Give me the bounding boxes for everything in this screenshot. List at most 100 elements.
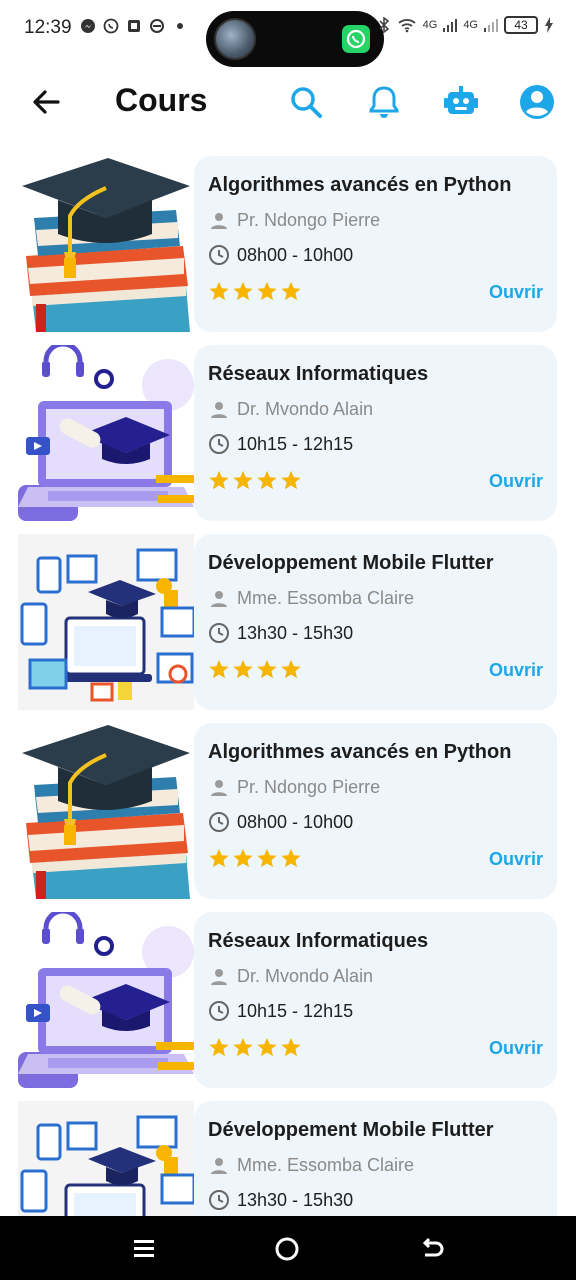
home-icon[interactable] <box>272 1234 302 1264</box>
course-card[interactable]: Développement Mobile Flutter Mme. Essomba… <box>18 534 557 710</box>
course-title: Algorithmes avancés en Python <box>208 741 512 763</box>
star-icon <box>233 659 253 679</box>
star-icon <box>233 470 253 490</box>
teacher-name: Pr. Ndongo Pierre <box>237 777 381 797</box>
star-icon <box>257 659 277 679</box>
course-card[interactable]: Algorithmes avancés en Python Pr. Ndongo … <box>18 723 557 899</box>
app-bar: Cours <box>0 68 576 136</box>
recent-apps-icon[interactable] <box>129 1234 159 1264</box>
course-thumbnail <box>18 534 194 710</box>
system-navigation-bar <box>0 1216 576 1280</box>
back-arrow-icon[interactable] <box>26 82 66 122</box>
teacher-row: Pr. Ndongo Pierre <box>210 210 380 231</box>
rating-stars <box>208 1036 302 1058</box>
star-icon <box>233 281 253 301</box>
person-icon <box>211 1157 227 1174</box>
network-type-1: 4G <box>422 19 438 31</box>
star-icon <box>233 848 253 868</box>
course-title: Algorithmes avancés en Python <box>208 174 512 196</box>
course-thumbnail <box>18 345 194 521</box>
teacher-row: Dr. Mvondo Alain <box>210 966 373 987</box>
star-icon <box>281 848 301 868</box>
whatsapp-icon <box>342 25 370 53</box>
status-bar: 12:39 4G 4G 43 <box>0 0 576 67</box>
whatsapp-icon <box>103 18 119 34</box>
schedule-row: 10h15 - 12h15 <box>208 433 353 455</box>
course-thumbnail <box>18 912 194 1088</box>
robot-icon[interactable] <box>441 82 481 122</box>
teacher-name: Dr. Mvondo Alain <box>237 399 374 419</box>
course-thumbnail <box>18 723 194 899</box>
account-circle-icon[interactable] <box>517 82 557 122</box>
star-icon <box>209 281 229 301</box>
person-icon <box>211 401 227 418</box>
open-course-button[interactable]: Ouvrir <box>489 471 543 492</box>
teacher-name: Dr. Mvondo Alain <box>237 966 374 986</box>
teacher-row: Pr. Ndongo Pierre <box>210 777 380 798</box>
star-icon <box>281 1037 301 1057</box>
teacher-row: Mme. Essomba Claire <box>210 1155 414 1176</box>
star-icon <box>233 1037 253 1057</box>
schedule-row: 13h30 - 15h30 <box>208 622 353 644</box>
status-time: 12:39 <box>24 17 72 38</box>
teacher-row: Dr. Mvondo Alain <box>210 399 373 420</box>
open-course-button[interactable]: Ouvrir <box>489 282 543 303</box>
bell-icon[interactable] <box>364 82 404 122</box>
person-icon <box>211 590 227 607</box>
star-icon <box>257 848 277 868</box>
search-icon[interactable] <box>286 82 326 122</box>
charging-icon <box>545 17 553 33</box>
more-dot-icon <box>177 23 183 29</box>
course-card[interactable]: Développement Mobile Flutter Mme. Essomba… <box>18 1101 557 1216</box>
teacher-name: Mme. Essomba Claire <box>237 1155 415 1175</box>
course-title: Développement Mobile Flutter <box>208 552 494 574</box>
course-card[interactable]: Réseaux Informatiques Dr. Mvondo Alain 10h… <box>18 912 557 1088</box>
star-icon <box>209 1037 229 1057</box>
open-course-button[interactable]: Ouvrir <box>489 660 543 681</box>
rating-stars <box>208 469 302 491</box>
course-card[interactable]: Réseaux Informatiques Dr. Mvondo Alain 10h… <box>18 345 557 521</box>
open-course-button[interactable]: Ouvrir <box>489 849 543 870</box>
star-icon <box>281 470 301 490</box>
back-icon[interactable] <box>417 1234 447 1264</box>
dynamic-island[interactable] <box>206 11 384 67</box>
star-icon <box>209 470 229 490</box>
star-icon <box>257 470 277 490</box>
course-thumbnail <box>18 1101 194 1216</box>
teacher-row: Mme. Essomba Claire <box>210 588 414 609</box>
star-icon <box>209 659 229 679</box>
notification-icons <box>80 18 188 34</box>
star-icon <box>281 281 301 301</box>
rating-stars <box>208 280 302 302</box>
wifi-icon <box>398 19 416 33</box>
course-title: Développement Mobile Flutter <box>208 1119 494 1141</box>
island-avatar <box>214 18 256 60</box>
signal-icon <box>443 19 458 32</box>
clock-icon <box>209 1190 229 1210</box>
clock-icon <box>209 1001 229 1021</box>
sync-icon <box>150 19 164 33</box>
rating-stars <box>208 658 302 680</box>
star-icon <box>257 1037 277 1057</box>
course-title: Réseaux Informatiques <box>208 363 429 385</box>
schedule-row: 13h30 - 15h30 <box>208 1189 353 1211</box>
network-type-2: 4G <box>463 19 478 31</box>
course-list[interactable]: Algorithmes avancés en Python Pr. Ndongo … <box>0 156 576 1216</box>
person-icon <box>211 779 227 796</box>
star-icon <box>257 281 277 301</box>
schedule-time: 10h15 - 12h15 <box>237 433 354 454</box>
schedule-row: 08h00 - 10h00 <box>208 244 353 266</box>
clock-icon <box>209 434 229 454</box>
person-icon <box>211 212 227 229</box>
open-course-button[interactable]: Ouvrir <box>489 1038 543 1059</box>
teacher-name: Pr. Ndongo Pierre <box>237 210 381 230</box>
schedule-row: 08h00 - 10h00 <box>208 811 353 833</box>
system-status: 4G 4G 43 <box>377 16 554 34</box>
signal-icon <box>484 19 498 32</box>
star-icon <box>209 848 229 868</box>
course-card[interactable]: Algorithmes avancés en Python Pr. Ndongo … <box>18 156 557 332</box>
schedule-time: 08h00 - 10h00 <box>237 244 354 265</box>
app-notification-icon <box>128 20 140 32</box>
battery-level: 43 <box>504 16 538 34</box>
schedule-row: 10h15 - 12h15 <box>208 1000 353 1022</box>
